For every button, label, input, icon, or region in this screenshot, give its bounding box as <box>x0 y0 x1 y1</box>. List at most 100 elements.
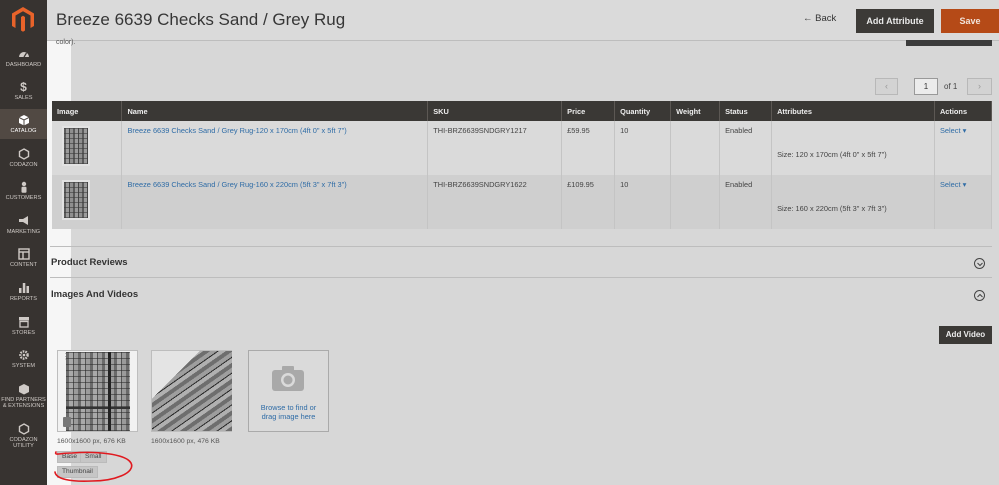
browse-line: Browse to find or <box>260 403 317 412</box>
nav-label: Sales <box>14 95 33 101</box>
select-action-dropdown[interactable]: Select ▾ <box>940 126 966 135</box>
product-thumbnail[interactable] <box>62 180 90 220</box>
caret-down-icon: ▾ <box>962 180 967 189</box>
status-cell: Enabled <box>719 121 773 175</box>
trash-icon[interactable] <box>63 417 71 427</box>
nav-catalog[interactable]: Catalog <box>0 109 47 139</box>
magento-logo-icon[interactable] <box>10 6 36 32</box>
product-name-link[interactable]: Breeze 6639 Checks Sand / Grey Rug-120 x… <box>127 126 346 135</box>
puzzle-icon <box>18 384 29 395</box>
quantity-cell: 10 <box>614 121 672 175</box>
nav-label: Customers <box>5 195 42 201</box>
product-image-tile[interactable] <box>151 350 232 432</box>
product-thumbnail[interactable] <box>62 126 90 166</box>
chevron-up-icon[interactable] <box>974 290 985 301</box>
nav-label: Codazon <box>9 162 38 168</box>
add-video-button[interactable]: Add Video <box>939 326 992 344</box>
weight-cell <box>670 175 721 229</box>
bar-chart-icon <box>18 283 29 293</box>
table-row: Breeze 6639 Checks Sand / Grey Rug-120 x… <box>52 121 993 175</box>
attributes-cell: Size: 160 x 220cm (5ft 3" x 7ft 3") <box>771 175 935 229</box>
chevron-down-icon[interactable] <box>974 258 985 269</box>
gear-icon <box>18 350 29 360</box>
nav-label: Marketing <box>6 229 41 235</box>
nav-marketing[interactable]: Marketing <box>0 215 47 237</box>
red-circle-annotation <box>54 451 133 482</box>
nav-label: Find Partners & Extensions <box>1 397 46 409</box>
nav-label: Stores <box>12 330 35 336</box>
megaphone-icon <box>18 216 28 225</box>
drag-handle-icon[interactable]: ⋮ <box>62 353 70 365</box>
configure-button-edge[interactable] <box>906 40 992 46</box>
configurations-table: Image Name SKU Price Quantity Weight Sta… <box>52 101 993 229</box>
column-header: Name <box>121 101 429 121</box>
nav-label: Content <box>9 262 38 268</box>
sku-cell: THI-BRZ6639SNDGRY1622 <box>427 175 563 229</box>
browse-line: drag image here <box>261 412 316 421</box>
rug-image <box>66 352 130 431</box>
product-reviews-section-title[interactable]: Product Reviews <box>51 257 128 268</box>
status-cell: Enabled <box>719 175 773 229</box>
select-label: Select <box>939 126 961 135</box>
back-button[interactable]: ← Back <box>803 13 836 24</box>
actions-cell: Select ▾ <box>934 121 993 175</box>
hexagon-icon <box>18 423 29 435</box>
image-meta: 1600x1600 px, 676 KB <box>57 438 126 445</box>
nav-customers[interactable]: Customers <box>0 181 47 203</box>
image-cell <box>52 121 123 175</box>
browse-upload-text[interactable]: Browse to find or drag image here <box>249 403 328 421</box>
product-name-link[interactable]: Breeze 6639 Checks Sand / Grey Rug-160 x… <box>127 180 346 189</box>
column-header: Weight <box>670 101 721 121</box>
column-header: Actions <box>934 101 993 121</box>
nav-sales[interactable]: $ Sales <box>0 81 47 103</box>
quantity-cell: 10 <box>614 175 672 229</box>
images-videos-section-title[interactable]: Images And Videos <box>51 289 138 300</box>
product-image-tile[interactable]: ⋮ <box>57 350 138 432</box>
dollar-icon: $ <box>20 80 27 94</box>
save-button[interactable]: Save <box>941 9 999 33</box>
layout-icon <box>17 248 30 260</box>
nav-stores[interactable]: Stores <box>0 316 47 338</box>
nav-system[interactable]: System <box>0 349 47 371</box>
nav-codazon[interactable]: Codazon <box>0 148 47 170</box>
back-button-label: Back <box>815 13 837 24</box>
column-header: Status <box>719 101 773 121</box>
camera-icon <box>272 366 304 391</box>
arrow-left-icon: ← <box>803 13 813 24</box>
weight-cell <box>670 121 721 175</box>
pager-next-button[interactable]: › <box>967 78 992 95</box>
nav-reports[interactable]: Reports <box>0 282 47 304</box>
table-header-row: Image Name SKU Price Quantity Weight Sta… <box>52 101 993 121</box>
image-upload-area[interactable]: Browse to find or drag image here <box>248 350 329 432</box>
section-divider <box>50 246 992 247</box>
nav-codazon-utility[interactable]: Codazon Utility <box>0 423 47 451</box>
price-cell: £59.95 <box>561 121 616 175</box>
color-note-text: color). <box>56 39 76 46</box>
attributes-cell: Size: 120 x 170cm (4ft 0" x 5ft 7") <box>771 121 935 175</box>
add-attribute-button[interactable]: Add Attribute <box>856 9 934 33</box>
column-header: Attributes <box>771 101 935 121</box>
page-title: Breeze 6639 Checks Sand / Grey Rug <box>56 10 346 29</box>
person-icon <box>21 181 26 193</box>
pager-page-input[interactable]: 1 <box>914 78 938 95</box>
hexagon-icon <box>18 148 29 160</box>
image-cell <box>52 175 123 229</box>
cube-icon <box>18 115 29 126</box>
column-header: Price <box>561 101 616 121</box>
price-cell: £109.95 <box>561 175 616 229</box>
select-action-dropdown[interactable]: Select ▾ <box>940 180 966 189</box>
admin-sidebar: Dashboard $ Sales Catalog Codazon Custom… <box>0 0 47 485</box>
nav-label: Catalog <box>10 128 37 134</box>
table-row: Breeze 6639 Checks Sand / Grey Rug-160 x… <box>52 175 993 229</box>
pager-prev-button[interactable]: ‹ <box>875 78 898 95</box>
column-header: Image <box>52 101 123 121</box>
image-meta: 1600x1600 px, 476 KB <box>151 438 220 445</box>
nav-content[interactable]: Content <box>0 248 47 270</box>
nav-label: Dashboard <box>5 62 42 68</box>
nav-find-partners[interactable]: Find Partners & Extensions <box>0 383 47 411</box>
nav-label: System <box>11 363 35 369</box>
rug-image <box>152 351 232 431</box>
actions-cell: Select ▾ <box>934 175 993 229</box>
nav-dashboard[interactable]: Dashboard <box>0 48 47 70</box>
select-label: Select <box>939 180 961 189</box>
